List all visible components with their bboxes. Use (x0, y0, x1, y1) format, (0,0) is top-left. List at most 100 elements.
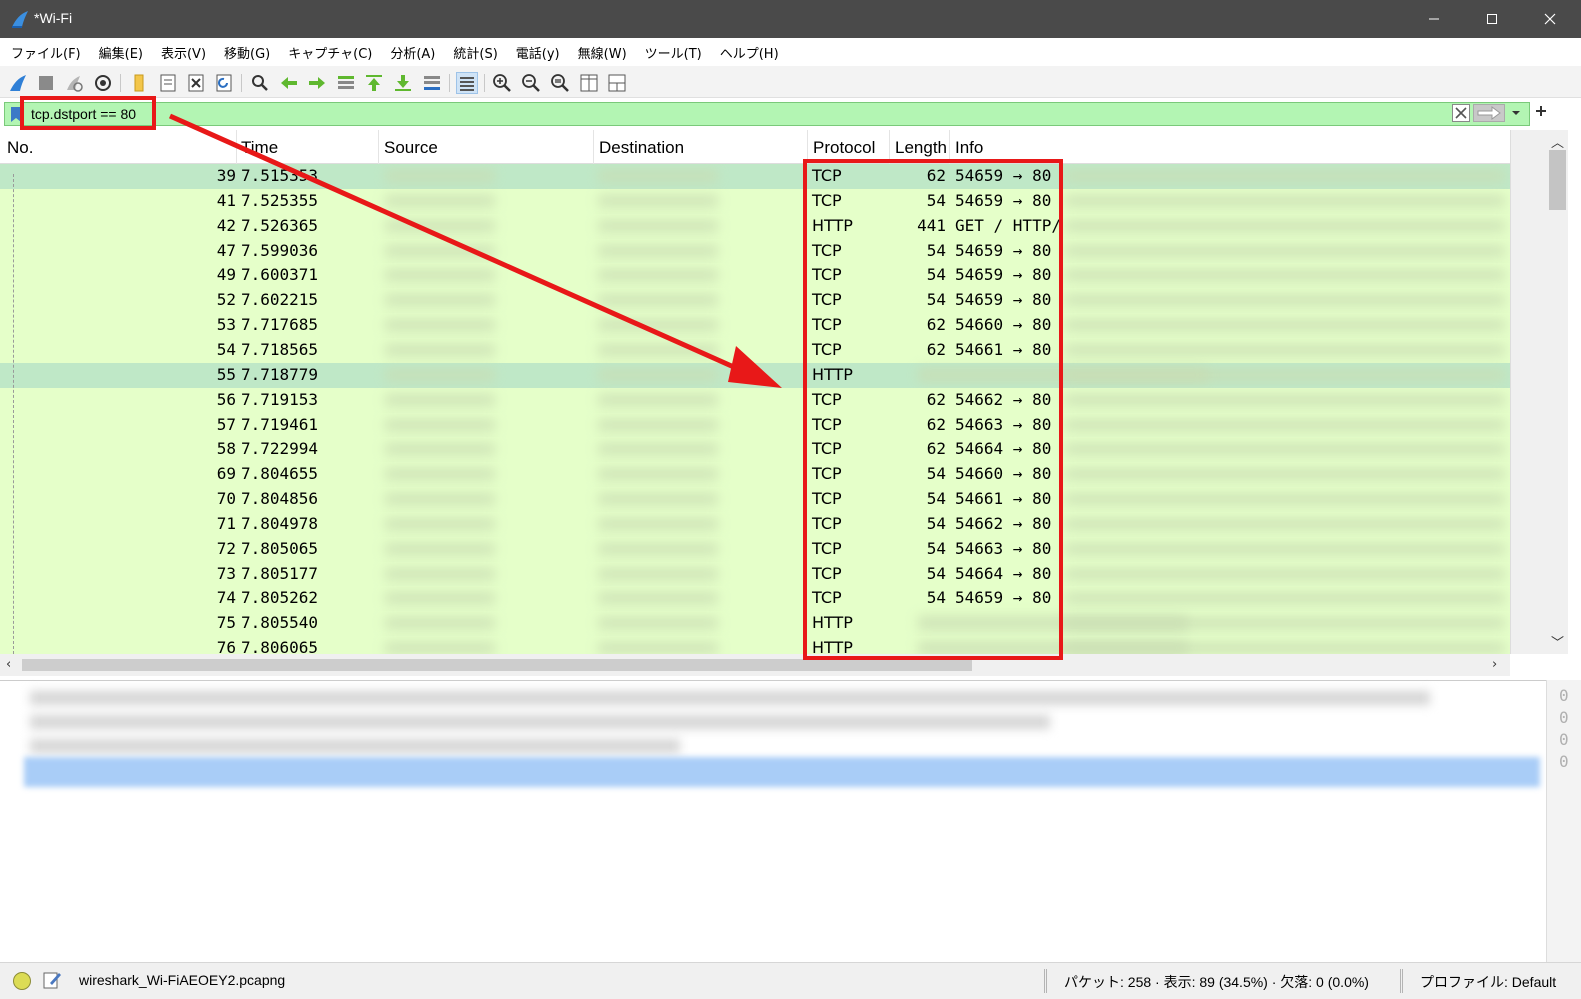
menu-edit[interactable]: 編集(E) (92, 43, 154, 62)
packet-row[interactable]: 47 7.599036 TCP 54 54659 → 80 (0, 238, 1510, 264)
colorize-button[interactable] (456, 72, 478, 94)
packet-row[interactable]: 76 7.806065 HTTP (0, 636, 1510, 654)
redacted-field (1065, 170, 1505, 182)
packet-row[interactable]: 58 7.722994 TCP 62 54664 → 80 (0, 437, 1510, 463)
menu-view[interactable]: 表示(V) (154, 43, 217, 62)
apply-filter-button[interactable] (1473, 104, 1505, 122)
column-time[interactable]: Time (241, 138, 278, 158)
stop-capture-button[interactable] (35, 72, 57, 94)
capture-options-button[interactable] (92, 72, 114, 94)
menu-wireless[interactable]: 無線(W) (571, 43, 638, 62)
column-no[interactable]: No. (7, 138, 33, 158)
packet-time: 7.805540 (241, 613, 319, 633)
selected-detail-row[interactable] (24, 757, 1540, 787)
menu-tools[interactable]: ツール(T) (638, 43, 713, 62)
menu-statistics[interactable]: 統計(S) (446, 43, 508, 62)
packet-row[interactable]: 72 7.805065 TCP 54 54663 → 80 (0, 536, 1510, 562)
scroll-right-icon[interactable]: › (1492, 657, 1497, 672)
packet-row[interactable]: 39 7.515353 TCP 62 54659 → 80 (0, 164, 1510, 189)
packet-row[interactable]: 54 7.718565 TCP 62 54661 → 80 (0, 337, 1510, 363)
packet-row[interactable]: 57 7.719461 TCP 62 54663 → 80 (0, 412, 1510, 438)
add-filter-button[interactable] (1533, 103, 1549, 123)
zoom-reset-button[interactable] (549, 72, 571, 94)
packet-row[interactable]: 71 7.804978 TCP 54 54662 → 80 (0, 511, 1510, 537)
goto-packet-button[interactable] (335, 72, 357, 94)
menu-go[interactable]: 移動(G) (217, 43, 281, 62)
packet-row[interactable]: 74 7.805262 TCP 54 54659 → 80 (0, 586, 1510, 612)
go-back-button[interactable] (278, 72, 300, 94)
redacted-field (385, 592, 495, 605)
redacted-field (385, 170, 495, 182)
save-file-button[interactable] (157, 72, 179, 94)
menu-help[interactable]: ヘルプ(H) (713, 43, 790, 62)
layout-button[interactable] (606, 72, 628, 94)
find-packet-button[interactable] (249, 72, 271, 94)
redacted-field (385, 319, 495, 332)
maximize-button[interactable] (1463, 0, 1521, 38)
packet-list-horizontal-scrollbar[interactable]: ‹ › (0, 654, 1510, 676)
vertical-scroll-thumb[interactable] (1549, 150, 1566, 210)
packet-row[interactable]: 53 7.717685 TCP 62 54660 → 80 (0, 313, 1510, 339)
clear-filter-button[interactable] (1452, 104, 1470, 122)
packet-count-status: パケット: 258 · 表示: 89 (34.5%) · 欠落: 0 (0.0%… (1064, 974, 1369, 990)
packet-list-minimap[interactable] (1510, 130, 1546, 654)
menu-telephony[interactable]: 電話(y) (509, 43, 571, 62)
resize-columns-button[interactable] (578, 72, 600, 94)
profile-status[interactable]: プロファイル: Default (1420, 972, 1556, 992)
title-bar: *Wi-Fi (0, 0, 1581, 38)
packet-row[interactable]: 70 7.804856 TCP 54 54661 → 80 (0, 487, 1510, 513)
menu-capture[interactable]: キャプチャ(C) (281, 43, 383, 62)
capture-comment-icon[interactable] (42, 970, 62, 990)
packet-row[interactable]: 52 7.602215 TCP 54 54659 → 80 (0, 288, 1510, 314)
packet-row[interactable]: 73 7.805177 TCP 54 54664 → 80 (0, 561, 1510, 587)
packet-details-pane[interactable] (0, 680, 1546, 960)
display-filter-input[interactable]: tcp.dstport == 80 (4, 102, 1530, 126)
menu-analyze[interactable]: 分析(A) (383, 43, 446, 62)
minimize-button[interactable] (1405, 0, 1463, 38)
column-length[interactable]: Length (895, 138, 947, 158)
start-capture-button[interactable] (7, 72, 29, 94)
packet-no: 52 (216, 290, 236, 310)
go-forward-button[interactable] (306, 72, 328, 94)
scroll-left-icon[interactable]: ‹ (6, 657, 11, 672)
menu-file[interactable]: ファイル(F) (4, 43, 92, 62)
horizontal-scroll-thumb[interactable] (22, 659, 972, 671)
packet-row[interactable]: 42 7.526365 HTTP 441 GET / HTTP/ (0, 213, 1510, 239)
packet-bytes-pane[interactable]: 0 0 0 0 (1546, 680, 1581, 962)
column-destination[interactable]: Destination (599, 138, 684, 158)
first-packet-button[interactable] (363, 72, 385, 94)
packet-time: 7.804655 (241, 464, 319, 484)
redacted-field (598, 443, 718, 456)
zoom-in-button[interactable] (491, 72, 513, 94)
wireshark-window: *Wi-Fi ファイル(F) 編集(E) 表示(V) 移動(G) キャプチャ(C… (0, 0, 1581, 999)
zoom-out-button[interactable] (520, 72, 542, 94)
restart-capture-button[interactable] (63, 72, 85, 94)
column-protocol[interactable]: Protocol (813, 138, 875, 158)
packet-row[interactable]: 69 7.804655 TCP 54 54660 → 80 (0, 462, 1510, 488)
filter-history-dropdown[interactable] (1508, 104, 1524, 122)
close-button[interactable] (1521, 0, 1579, 38)
packet-row[interactable]: 75 7.805540 HTTP (0, 611, 1510, 637)
packet-row[interactable]: 49 7.600371 TCP 54 54659 → 80 (0, 263, 1510, 289)
expert-info-led-icon[interactable] (13, 972, 31, 990)
redacted-field (385, 617, 495, 630)
last-packet-button[interactable] (392, 72, 414, 94)
column-info[interactable]: Info (955, 138, 983, 158)
autoscroll-button[interactable] (421, 72, 443, 94)
packet-time: 7.719153 (241, 389, 319, 409)
find-icon (252, 75, 268, 91)
first-packet-icon (366, 75, 382, 91)
close-file-button[interactable] (185, 72, 207, 94)
redacted-field (598, 418, 718, 431)
column-source[interactable]: Source (384, 138, 438, 158)
packet-no: 55 (216, 364, 236, 384)
scroll-down-icon[interactable]: ﹀ (1551, 632, 1564, 651)
redacted-field (1065, 443, 1505, 456)
packet-no: 41 (216, 190, 236, 210)
packet-row[interactable]: 56 7.719153 TCP 62 54662 → 80 (0, 387, 1510, 413)
packet-row[interactable]: 55 7.718779 HTTP (0, 362, 1510, 388)
packet-row[interactable]: 41 7.525355 TCP 54 54659 → 80 (0, 188, 1510, 214)
scroll-up-icon[interactable]: ︿ (1551, 132, 1564, 151)
reload-file-button[interactable] (213, 72, 235, 94)
open-file-button[interactable] (128, 72, 150, 94)
